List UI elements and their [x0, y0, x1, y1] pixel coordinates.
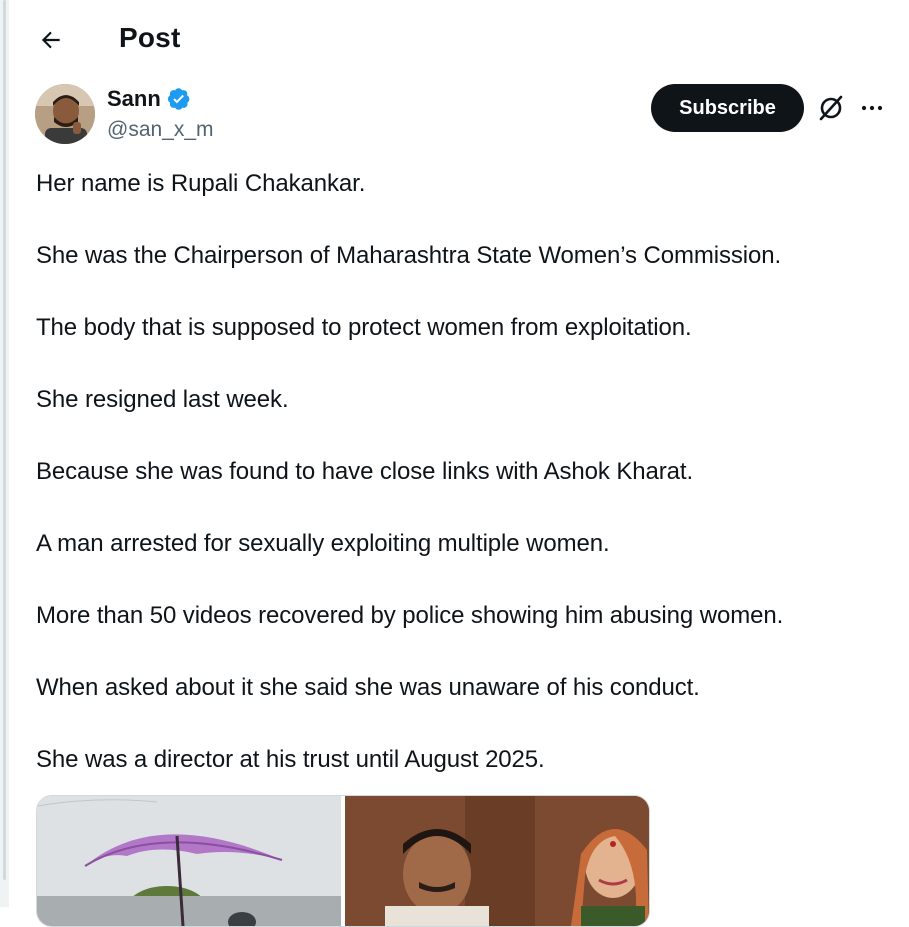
verified-badge-icon — [167, 88, 190, 110]
back-arrow-icon — [41, 31, 60, 49]
post-paragraph: She was the Chairperson of Maharashtra S… — [36, 242, 782, 269]
avatar[interactable] — [35, 84, 95, 144]
post-paragraph: She resigned last week. — [36, 386, 289, 413]
more-horizontal-icon — [861, 105, 883, 111]
post-paragraph: She was a director at his trust until Au… — [36, 746, 545, 773]
name-row: Sann — [107, 86, 191, 112]
post-text: Her name is Rupali Chakankar. She was th… — [36, 168, 896, 816]
display-name[interactable]: Sann — [107, 86, 161, 112]
post-paragraph: Because she was found to have close link… — [36, 458, 694, 485]
post-paragraph: The body that is supposed to protect wom… — [36, 314, 692, 341]
page-title: Post — [119, 22, 181, 53]
post-header: Post — [9, 0, 909, 80]
back-button[interactable] — [31, 20, 71, 60]
grok-button[interactable] — [813, 90, 849, 126]
post-media-grid — [36, 795, 650, 927]
post-paragraph: A man arrested for sexually exploiting m… — [36, 530, 610, 557]
post-paragraph: Her name is Rupali Chakankar. — [36, 170, 366, 197]
grok-icon — [819, 95, 843, 121]
more-options-button[interactable] — [856, 90, 888, 126]
post-paragraph: More than 50 videos recovered by police … — [36, 602, 784, 629]
avatar-image — [35, 84, 95, 144]
user-handle[interactable]: @san_x_m — [107, 118, 214, 142]
post-paragraph: When asked about it she said she was una… — [36, 674, 700, 701]
scrollbar[interactable] — [0, 0, 9, 907]
subscribe-button[interactable]: Subscribe — [651, 84, 804, 132]
